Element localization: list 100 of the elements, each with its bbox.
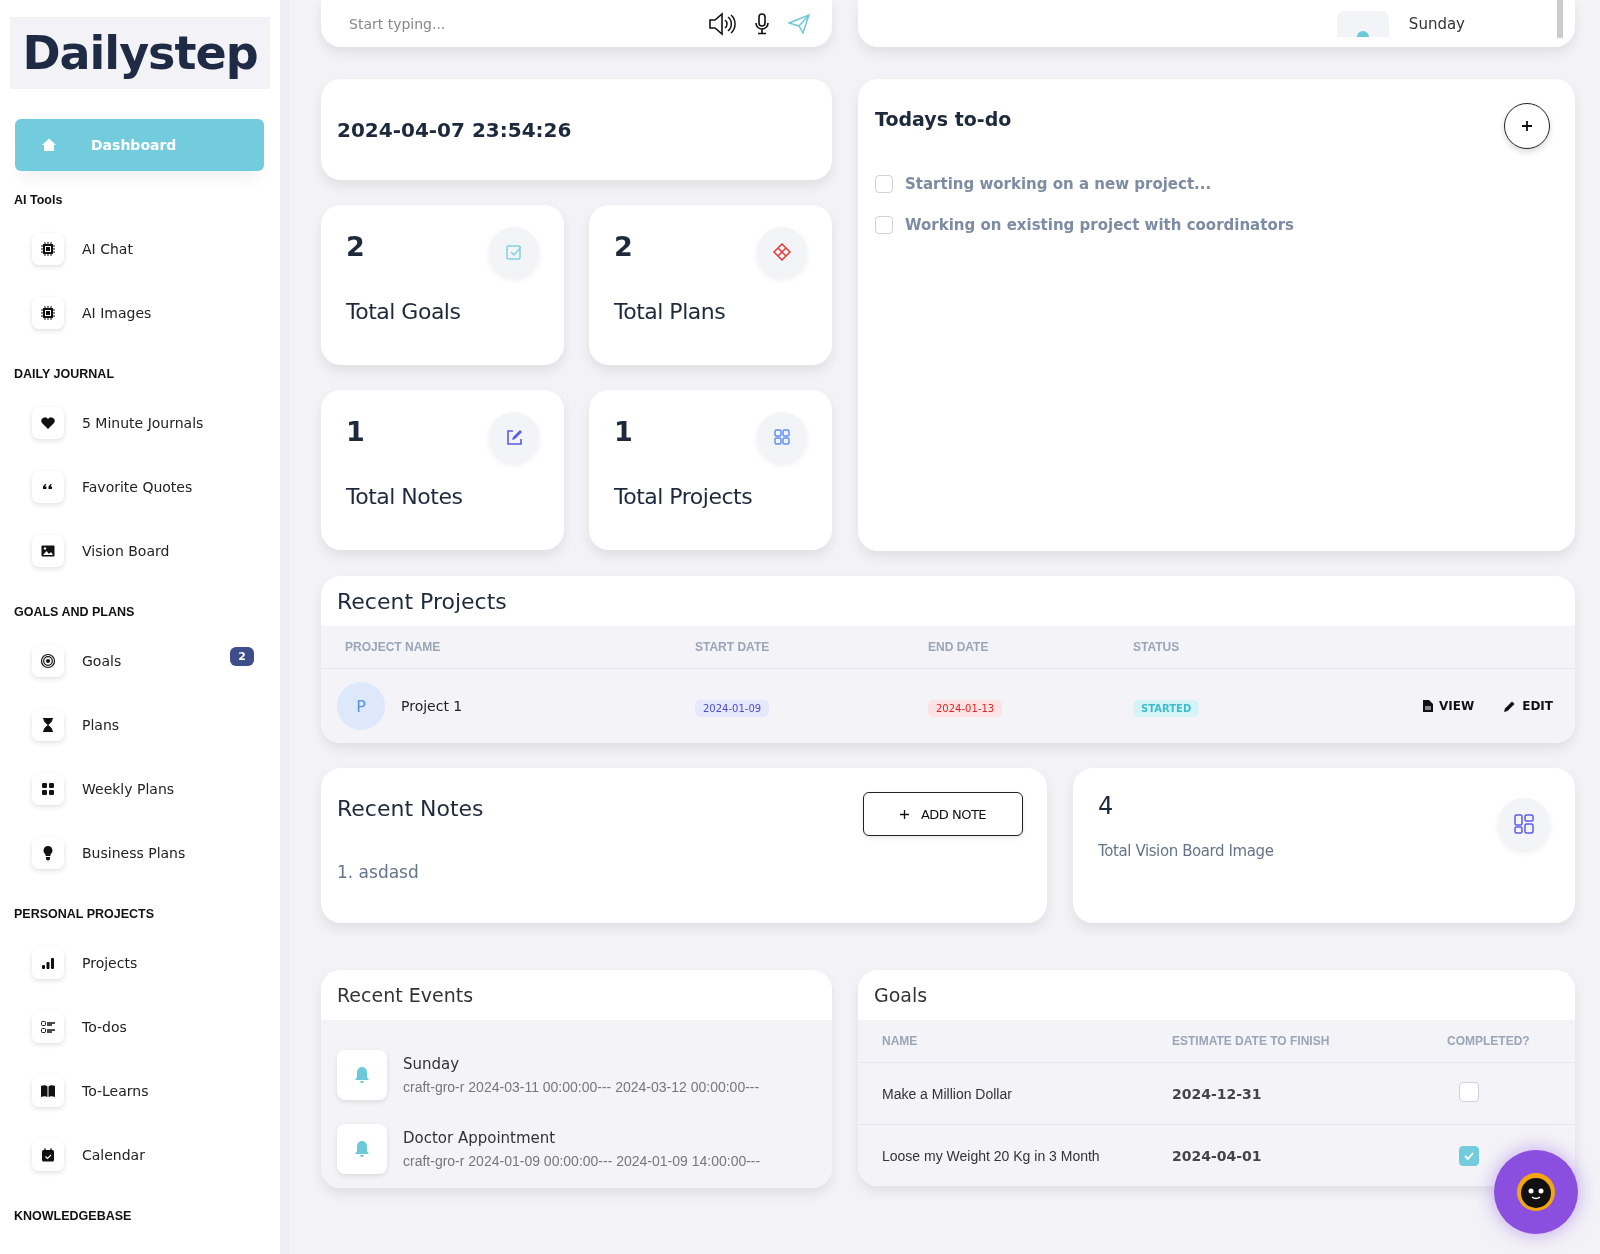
sidebar-item[interactable]: To-dos (10, 995, 270, 1059)
card-title: Recent Notes (337, 796, 484, 821)
start-date-tag: 2024-01-09 (695, 699, 770, 717)
chatbot-button[interactable] (1494, 1150, 1578, 1234)
completed-checkbox[interactable] (1459, 1145, 1479, 1166)
nav-label: Weekly Plans (82, 781, 175, 797)
chip-icon (32, 297, 64, 329)
todo-checkbox[interactable] (875, 216, 893, 234)
nav-label: Calendar (82, 1147, 145, 1163)
status-tag: STARTED (1133, 699, 1200, 717)
stat-value: 4 (1098, 792, 1115, 820)
stat-label: Total Notes (346, 484, 464, 509)
bulb-icon (32, 837, 64, 869)
section-heading: GOALS AND PLANS (14, 605, 136, 619)
todo-text: Working on existing project with coordinators (905, 216, 1295, 234)
sidebar-item[interactable]: Favorite Quotes (10, 455, 270, 519)
chat-input-bar[interactable]: Start typing... (321, 0, 832, 47)
add-note-button[interactable]: ADD NOTE (863, 792, 1023, 836)
microphone-icon[interactable] (754, 12, 770, 35)
column-header: STATUS (1133, 640, 1181, 654)
nav-label: Vision Board (82, 543, 170, 559)
stat-value: 2 (346, 231, 365, 262)
column-header: END DATE (928, 640, 990, 654)
pencil-icon (1504, 700, 1517, 712)
stat-label: Total Goals (346, 299, 462, 324)
sidebar-item[interactable]: AI Images (10, 281, 270, 345)
document-icon (1423, 700, 1433, 712)
nav-label: AI Images (82, 305, 152, 321)
speaker-icon[interactable] (708, 11, 736, 36)
project-name: Project 1 (401, 698, 463, 714)
bars-icon (32, 947, 64, 979)
goal-name: Loose my Weight 20 Kg in 3 Month (882, 1147, 1101, 1164)
robot-face-icon (1514, 1170, 1558, 1214)
view-button[interactable]: VIEW (1423, 699, 1475, 713)
todo-checkbox[interactable] (875, 175, 893, 193)
nav-label: Goals (82, 653, 122, 669)
column-header: PROJECT NAME (345, 640, 442, 654)
sidebar-item[interactable]: Plans (10, 693, 270, 757)
section-heading: DAILY JOURNAL (14, 367, 116, 381)
column-header: ESTIMATE DATE TO FINISH (1172, 1034, 1331, 1048)
nav-label: To-dos (82, 1019, 127, 1035)
sidebar-item[interactable]: Goals 2 (10, 629, 270, 693)
target-icon (32, 645, 64, 677)
quote-icon (32, 471, 64, 503)
checkbox-icon (489, 227, 539, 277)
sidebar-item[interactable]: Business Plans (10, 821, 270, 885)
image-icon (32, 535, 64, 567)
event-title: Sunday (1408, 15, 1465, 33)
completed-checkbox[interactable] (1459, 1081, 1479, 1102)
stat-value: 1 (614, 416, 633, 447)
count-badge: 2 (230, 647, 254, 666)
grid-icon (757, 412, 807, 462)
sidebar-item[interactable]: Weekly Plans (10, 757, 270, 821)
event-detail: craft-gro-r 2024-03-11 00:00:00--- 2024-03-12 00:00:00--- (403, 1079, 760, 1095)
dashboard-icon (1498, 798, 1550, 850)
sidebar-item[interactable]: 5 Minute Journals (10, 391, 270, 455)
checklist-icon (32, 1011, 64, 1043)
dailystep-logo: Dailystep (10, 17, 270, 89)
event-title: Doctor Appointment (403, 1129, 557, 1147)
stat-label: Total Plans (614, 299, 727, 324)
nav-label: AI Chat (82, 241, 133, 257)
todo-text: Starting working on a new project... (905, 175, 1212, 193)
note-item[interactable]: 1. asdasd (337, 862, 1023, 882)
section-heading: AI Tools (14, 193, 64, 207)
sidebar-item[interactable]: AI Chat (10, 217, 270, 281)
end-date-tag: 2024-01-13 (928, 699, 1003, 717)
plus-icon (899, 809, 909, 819)
goal-date: 2024-04-01 (1172, 1147, 1263, 1164)
section-heading: KNOWLEDGEBASE (14, 1209, 133, 1223)
calendar-icon (32, 1139, 64, 1171)
current-datetime: 2024-04-07 23:54:26 (337, 117, 572, 142)
hourglass-icon (32, 709, 64, 741)
add-todo-button[interactable] (1504, 103, 1550, 149)
card-title: Todays to-do (875, 108, 1012, 130)
card-title: Recent Projects (337, 588, 507, 614)
sidebar-item[interactable]: Vision Board (10, 519, 270, 583)
goal-date: 2024-12-31 (1172, 1085, 1263, 1102)
stat-label: Total Vision Board Image (1098, 842, 1274, 860)
event-title: Sunday (403, 1055, 461, 1073)
project-avatar: P (337, 682, 385, 730)
edit-button[interactable]: EDIT (1504, 699, 1553, 713)
sidebar-item[interactable]: Projects (10, 931, 270, 995)
sidebar-item[interactable]: To-Learns (10, 1059, 270, 1123)
nav-label: Projects (82, 955, 138, 971)
stat-label: Total Projects (614, 484, 754, 509)
nav-label: Business Plans (82, 845, 186, 861)
send-icon[interactable] (788, 13, 810, 34)
section-heading: PERSONAL PROJECTS (14, 907, 156, 921)
edit-icon (489, 412, 539, 462)
event-detail: craft-gro-r 2024-01-09 00:00:00--- 2024-01-09 14:00:00--- (403, 1153, 761, 1169)
home-icon (41, 137, 57, 153)
column-header: START DATE (695, 640, 771, 654)
stat-value: 1 (346, 416, 365, 447)
card-title: Goals (874, 984, 928, 1006)
sidebar-item[interactable]: Calendar (10, 1123, 270, 1187)
goal-name: Make a Million Dollar (882, 1085, 1013, 1102)
grid-icon (32, 773, 64, 805)
nav-label: To-Learns (82, 1083, 149, 1099)
column-header: COMPLETED? (1447, 1034, 1531, 1048)
message-input-field[interactable]: Start typing... (347, 14, 690, 33)
